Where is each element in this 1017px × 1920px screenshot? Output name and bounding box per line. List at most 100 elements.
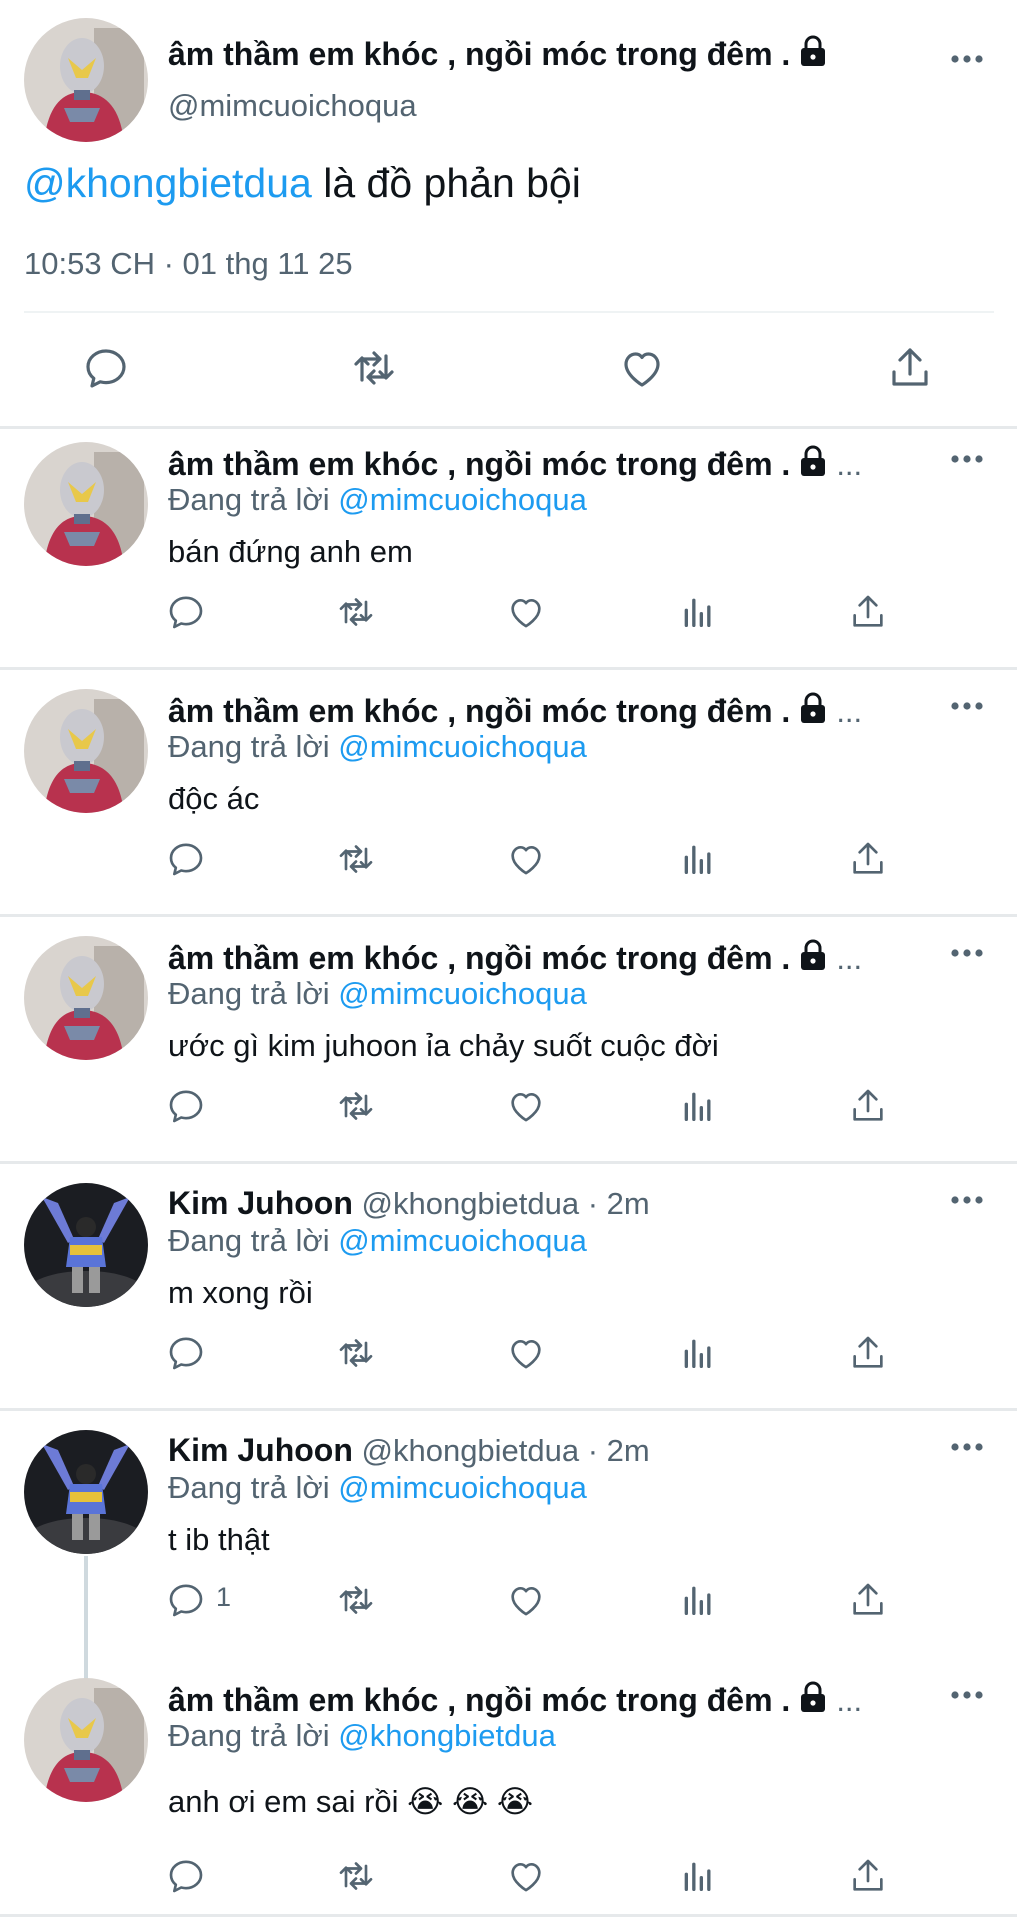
retweet-icon[interactable] <box>336 1580 376 1620</box>
reply-count: 1 <box>216 1582 232 1612</box>
views-icon[interactable] <box>678 839 718 879</box>
replying-to-handle[interactable]: @khongbietdua <box>338 1718 556 1753</box>
reply-icon[interactable] <box>82 344 130 392</box>
views-icon[interactable] <box>678 1333 718 1373</box>
more-icon[interactable] <box>950 54 984 64</box>
replying-label: Đang trả lời <box>168 482 330 517</box>
author-name[interactable]: âm thầm em khóc , ngồi móc trong đêm . <box>168 693 790 729</box>
replying-to-handle[interactable]: @mimcuoichoqua <box>338 729 587 764</box>
like-icon[interactable] <box>506 839 546 879</box>
avatar[interactable] <box>24 442 148 566</box>
replying-to-handle[interactable]: @mimcuoichoqua <box>338 482 587 517</box>
author-handle-time[interactable]: @khongbietdua · 2m <box>362 1433 650 1468</box>
truncation-ellipsis: ... <box>836 694 863 729</box>
reply-tweet[interactable]: âm thầm em khóc , ngồi móc trong đêm ...… <box>0 677 1017 914</box>
more-icon[interactable] <box>950 454 984 464</box>
avatar[interactable] <box>24 1678 148 1802</box>
share-icon[interactable] <box>848 1333 888 1373</box>
reply-tweet[interactable]: Kim Juhoon @khongbietdua · 2m Đang trả l… <box>0 1418 1017 1666</box>
replying-to: Đang trả lời @mimcuoichoqua <box>168 729 587 765</box>
more-icon[interactable] <box>950 1442 984 1452</box>
more-icon[interactable] <box>950 1690 984 1700</box>
reply-icon[interactable] <box>166 1856 206 1896</box>
share-icon[interactable] <box>848 1856 888 1896</box>
share-icon[interactable] <box>848 839 888 879</box>
avatar[interactable] <box>24 936 148 1060</box>
truncation-ellipsis: ... <box>836 447 863 482</box>
reply-tweet[interactable]: âm thầm em khóc , ngồi móc trong đêm ...… <box>0 1666 1017 1916</box>
more-icon[interactable] <box>950 948 984 958</box>
avatar[interactable] <box>24 18 148 142</box>
like-icon[interactable] <box>618 344 666 392</box>
reply-tweet[interactable]: Kim Juhoon @khongbietdua · 2m Đang trả l… <box>0 1171 1017 1408</box>
reply-icon[interactable] <box>166 1086 206 1126</box>
replying-label: Đang trả lời <box>168 1718 330 1753</box>
like-icon[interactable] <box>506 1333 546 1373</box>
tweet-text: độc ác <box>168 781 260 816</box>
share-icon[interactable] <box>848 1580 888 1620</box>
retweet-icon[interactable] <box>336 1856 376 1896</box>
share-icon[interactable] <box>848 1086 888 1126</box>
replying-to-handle[interactable]: @mimcuoichoqua <box>338 1223 587 1258</box>
share-icon[interactable] <box>848 592 888 632</box>
replying-label: Đang trả lời <box>168 729 330 764</box>
retweet-icon[interactable] <box>336 592 376 632</box>
like-icon[interactable] <box>506 592 546 632</box>
tweet-text: m xong rồi <box>168 1275 313 1310</box>
lock-icon <box>798 691 828 725</box>
replying-to: Đang trả lời @mimcuoichoqua <box>168 482 587 518</box>
author-handle[interactable]: @mimcuoichoqua <box>168 88 417 124</box>
avatar[interactable] <box>24 1183 148 1307</box>
divider <box>24 311 994 313</box>
author-handle-time[interactable]: @khongbietdua · 2m <box>362 1186 650 1221</box>
avatar[interactable] <box>24 689 148 813</box>
divider <box>0 667 1017 670</box>
author-name[interactable]: âm thầm em khóc , ngồi móc trong đêm . <box>168 1682 790 1718</box>
avatar[interactable] <box>24 1430 148 1554</box>
retweet-icon[interactable] <box>336 1086 376 1126</box>
retweet-icon[interactable] <box>350 344 398 392</box>
views-icon[interactable] <box>678 1856 718 1896</box>
retweet-icon[interactable] <box>336 1333 376 1373</box>
more-icon[interactable] <box>950 701 984 711</box>
views-icon[interactable] <box>678 592 718 632</box>
views-icon[interactable] <box>678 1086 718 1126</box>
reply-tweet[interactable]: âm thầm em khóc , ngồi móc trong đêm ...… <box>0 924 1017 1161</box>
tweet-text: anh ơi em sai rồi 😭 😭 😭 <box>168 1784 534 1819</box>
reply-icon[interactable] <box>166 1580 206 1620</box>
views-icon[interactable] <box>678 1580 718 1620</box>
lock-icon <box>798 34 828 68</box>
more-icon[interactable] <box>950 1195 984 1205</box>
like-icon[interactable] <box>506 1086 546 1126</box>
replying-to-handle[interactable]: @mimcuoichoqua <box>338 976 587 1011</box>
author-line: Kim Juhoon @khongbietdua · 2m <box>168 1432 650 1469</box>
reply-icon[interactable] <box>166 592 206 632</box>
author-name[interactable]: Kim Juhoon <box>168 1432 353 1468</box>
author-name[interactable]: âm thầm em khóc , ngồi móc trong đêm . <box>168 446 790 482</box>
author-line: âm thầm em khóc , ngồi móc trong đêm ...… <box>168 444 862 483</box>
author-name[interactable]: Kim Juhoon <box>168 1185 353 1221</box>
author-name[interactable]: âm thầm em khóc , ngồi móc trong đêm . <box>168 940 790 976</box>
reply-icon[interactable] <box>166 1333 206 1373</box>
mention-link[interactable]: @khongbietdua <box>24 160 312 206</box>
like-icon[interactable] <box>506 1856 546 1896</box>
replying-label: Đang trả lời <box>168 976 330 1011</box>
divider <box>0 426 1017 429</box>
reply-tweet[interactable]: âm thầm em khóc , ngồi móc trong đêm ...… <box>0 430 1017 667</box>
author-name[interactable]: âm thầm em khóc , ngồi móc trong đêm . <box>168 34 828 73</box>
tweet-text: @khongbietdua là đồ phản bội <box>24 160 581 207</box>
share-icon[interactable] <box>886 344 934 392</box>
main-tweet: âm thầm em khóc , ngồi móc trong đêm . @… <box>0 0 1017 428</box>
retweet-icon[interactable] <box>336 839 376 879</box>
tweet-timestamp[interactable]: 10:53 CH · 01 thg 11 25 <box>24 246 353 282</box>
tweet-text-body: là đồ phản bội <box>311 160 581 206</box>
divider <box>0 914 1017 917</box>
like-icon[interactable] <box>506 1580 546 1620</box>
reply-icon[interactable] <box>166 839 206 879</box>
replying-label: Đang trả lời <box>168 1223 330 1258</box>
replying-label: Đang trả lời <box>168 1470 330 1505</box>
replying-to: Đang trả lời @mimcuoichoqua <box>168 976 587 1012</box>
replying-to-handle[interactable]: @mimcuoichoqua <box>338 1470 587 1505</box>
tweet-text: ước gì kim juhoon ỉa chảy suốt cuộc đời <box>168 1028 719 1063</box>
tweet-text: bán đứng anh em <box>168 534 413 569</box>
